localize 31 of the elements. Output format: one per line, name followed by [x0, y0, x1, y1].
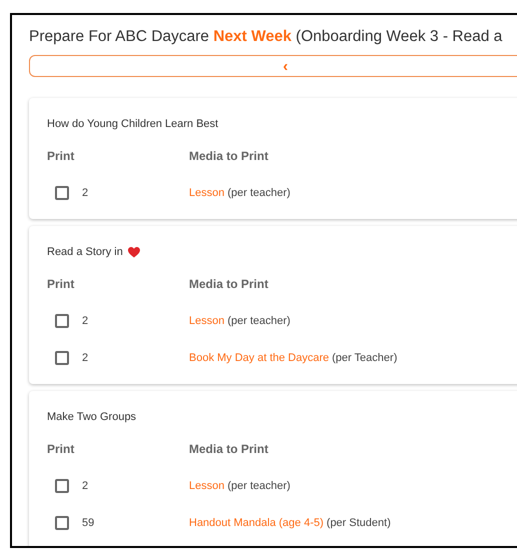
column-header: Media to Print	[189, 277, 268, 291]
print-count: 2	[82, 186, 88, 201]
per-note: (per Student)	[326, 516, 391, 531]
media-link[interactable]: Book My Day at the Daycare	[189, 350, 330, 366]
section-title: Read a Story in	[47, 244, 123, 260]
checkbox[interactable]	[55, 186, 69, 200]
per-note: (per teacher)	[227, 314, 290, 329]
column-header: Media to Print	[189, 442, 268, 456]
section-title: How do Young Children Learn Best	[47, 116, 218, 132]
media-link[interactable]: Lesson	[189, 312, 224, 330]
checkbox[interactable]	[55, 351, 69, 365]
print-count: 2	[82, 314, 88, 329]
page-title: Prepare For ABC Daycare Next Week (Onboarding Week 3 - Read a	[29, 27, 502, 47]
per-note: (per teacher)	[227, 478, 290, 494]
checkbox[interactable]	[55, 314, 69, 328]
print-count: 2	[82, 350, 88, 366]
media-link[interactable]: Lesson	[189, 184, 224, 202]
checkbox[interactable]	[55, 516, 69, 530]
media-link[interactable]: Lesson	[189, 478, 224, 494]
per-note: (per teacher)	[227, 186, 290, 201]
column-header: Print	[47, 442, 74, 456]
collapse-button[interactable]: ‹	[29, 55, 517, 77]
media-link[interactable]: Handout Mandala (age 4-5)	[189, 514, 324, 532]
column-header: Print	[47, 149, 74, 163]
section-title: Make Two Groups	[47, 410, 136, 425]
print-count: 59	[82, 516, 94, 531]
column-header: Media to Print	[189, 149, 268, 163]
per-note: (per Teacher)	[332, 350, 398, 366]
checkbox[interactable]	[55, 479, 69, 493]
print-count: 2	[82, 478, 88, 494]
column-header: Print	[47, 277, 74, 291]
